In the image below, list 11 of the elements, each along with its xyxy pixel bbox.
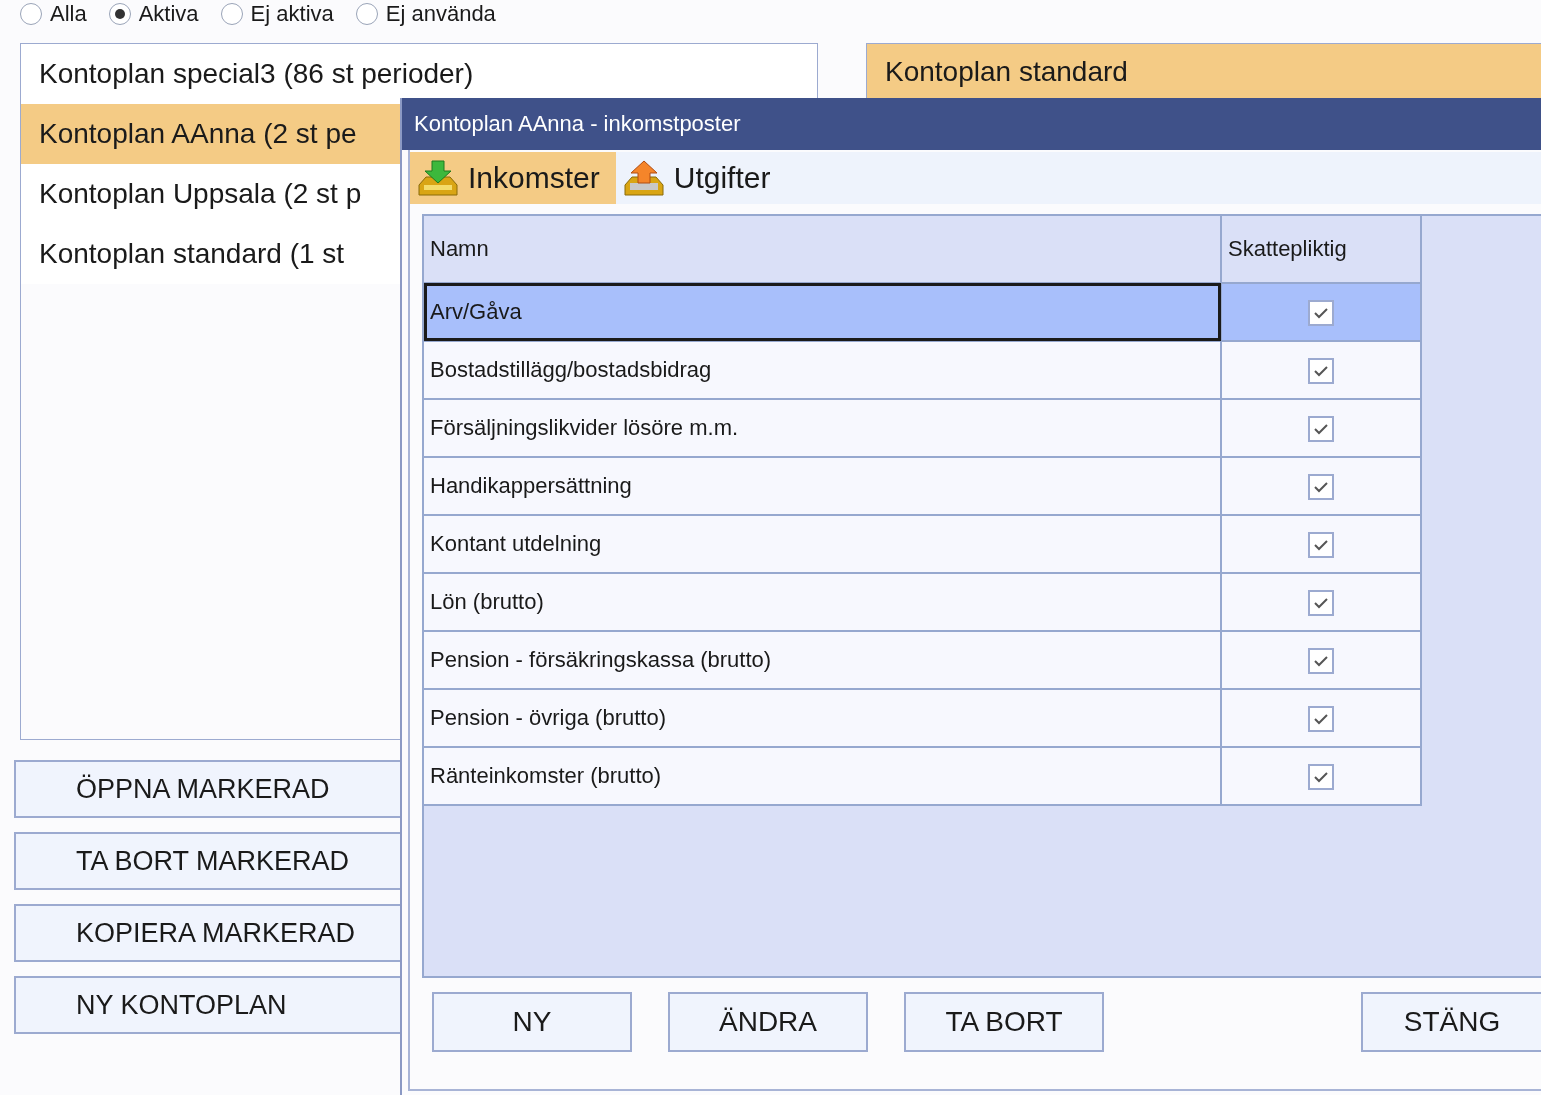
table-cell: Arv/Gåva xyxy=(424,283,1221,341)
table-cell: Ränteinkomster (brutto) xyxy=(424,747,1221,805)
window-title: Kontoplan AAnna - inkomstposter xyxy=(414,111,741,137)
table-cell: Försäljningslikvider lösöre m.m. xyxy=(424,399,1221,457)
table-cell: Lön (brutto) xyxy=(424,573,1221,631)
table-cell: Bostadstillägg/bostadsbidrag xyxy=(424,341,1221,399)
panel-title: Kontoplan standard xyxy=(885,55,1128,88)
table-cell: Handikappersättning xyxy=(424,457,1221,515)
table-cell: Pension - försäkringskassa (brutto) xyxy=(424,631,1221,689)
table-cell: Pension - övriga (brutto) xyxy=(424,689,1221,747)
table-cell: Kontant utdelning xyxy=(424,515,1221,573)
